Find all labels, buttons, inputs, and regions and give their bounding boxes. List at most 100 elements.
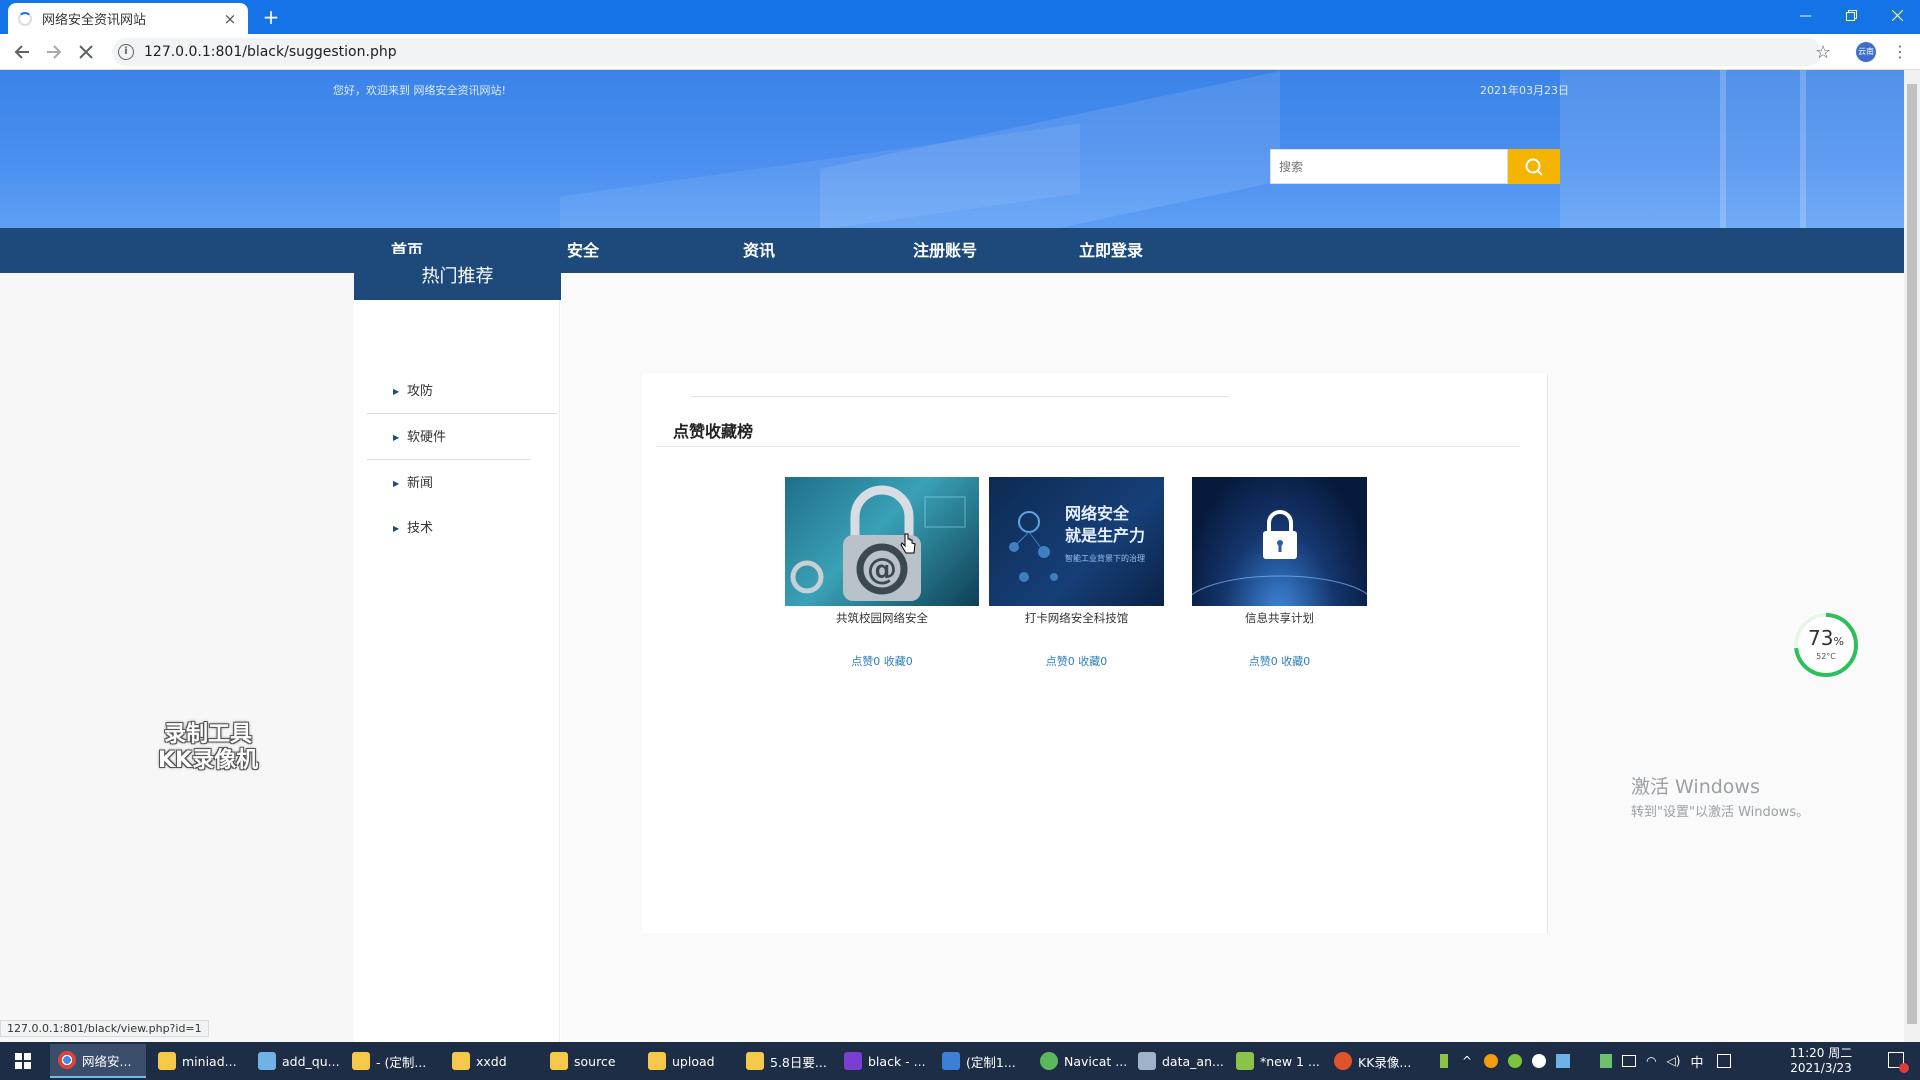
taskbar-item-folder[interactable]: upload [648, 1044, 715, 1078]
tray-app-icon[interactable] [1508, 1054, 1523, 1068]
card-caption[interactable]: 共筑校园网络安全 [785, 610, 979, 626]
taskbar-item-file[interactable]: add_qu... [258, 1044, 340, 1078]
nav-news[interactable]: 资讯 [743, 228, 775, 273]
folder-icon [158, 1052, 176, 1070]
padlock-icon: @ [790, 485, 966, 601]
minimize-icon[interactable] [1782, 0, 1828, 30]
sidebar-item-news[interactable]: ▶ 新闻 [367, 462, 557, 506]
chevron-up-icon[interactable]: ^ [1462, 1054, 1472, 1068]
taskbar-item-label: KK录像... [1358, 1054, 1412, 1070]
watermark-line2: KK录像机 [158, 748, 259, 773]
article-image[interactable] [1192, 477, 1367, 606]
taskbar-item-phpstorm[interactable]: black - ... [844, 1044, 926, 1078]
forward-icon[interactable] [42, 40, 66, 64]
windows-start-icon[interactable] [0, 1042, 46, 1080]
search-bar [1270, 149, 1560, 184]
wifi-icon[interactable]: ◠ [1646, 1054, 1656, 1068]
stop-loading-icon[interactable] [74, 40, 98, 64]
profile-avatar[interactable]: 云南 [1856, 42, 1876, 62]
back-icon[interactable] [10, 40, 34, 64]
taskbar-item-editor[interactable]: (定制1... [942, 1044, 1016, 1078]
nav-login[interactable]: 立即登录 [1079, 228, 1143, 273]
recorder-watermark: 录制工具 KK录像机 [158, 722, 258, 774]
tab-title: 网络安全资讯网站 [42, 13, 147, 28]
search-button[interactable] [1508, 149, 1560, 184]
browser-tab-strip: 网络安全资讯网站 × + [0, 0, 1920, 34]
nav-security[interactable]: 安全 [567, 228, 599, 273]
tray-app-icon[interactable] [1556, 1054, 1571, 1068]
taskbar-item-folder[interactable]: source [550, 1044, 616, 1078]
page-scrollbar[interactable] [1904, 70, 1920, 1042]
cpu-gauge[interactable]: 73% 52°C [1793, 612, 1859, 678]
notification-center-icon[interactable] [1888, 1052, 1909, 1073]
browser-tab[interactable]: 网络安全资讯网站 × [8, 3, 248, 34]
card-stats[interactable]: 点赞0 收藏0 [1192, 653, 1367, 669]
browser-menu-icon[interactable]: ⋮ [1892, 42, 1908, 61]
sidebar-item-attack-defense[interactable]: ▶ 攻防 [367, 370, 557, 414]
tab-close-icon[interactable]: × [222, 10, 238, 28]
taskbar-item-chrome[interactable]: 网络安... [50, 1044, 146, 1078]
taskbar-item-navicat[interactable]: Navicat ... [1040, 1044, 1127, 1078]
nav-register[interactable]: 注册账号 [913, 228, 977, 273]
card-caption[interactable]: 信息共享计划 [1192, 610, 1367, 626]
site-info-icon[interactable]: i [118, 44, 134, 60]
card-caption[interactable]: 打卡网络安全科技馆 [989, 610, 1164, 626]
tray-app-icon[interactable] [1600, 1054, 1613, 1068]
chrome-icon [58, 1051, 76, 1069]
tray-app-icon[interactable] [1484, 1054, 1499, 1068]
taskbar-item-kk-recorder[interactable]: KK录像... [1334, 1044, 1411, 1078]
divider [690, 396, 1230, 397]
taskbar-clock[interactable]: 11:20 周二 2021/3/23 [1776, 1046, 1866, 1076]
article-card[interactable]: 网络安全 就是生产力 智能工业背景下的治理 打卡网络安全科技馆 点赞0 收藏0 [989, 477, 1164, 668]
welcome-text: 您好，欢迎来到 网络安全资讯网站! [333, 84, 506, 97]
sidebar-item-label: 软硬件 [407, 430, 447, 445]
taskbar-item-data[interactable]: data_an... [1138, 1044, 1224, 1078]
header-date: 2021年03月23日 [1480, 84, 1569, 97]
windows-taskbar: 网络安... miniad... add_qu... - (定制... xxdd… [0, 1042, 1920, 1080]
hand-cursor-icon [900, 533, 916, 554]
taskbar-item-label: 网络安... [82, 1053, 132, 1069]
activation-subtitle: 转到"设置"以激活 Windows。 [1631, 805, 1810, 820]
section-title: 点赞收藏榜 [673, 422, 754, 441]
browser-toolbar: i 127.0.0.1:801/black/suggestion.php ☆ 云… [0, 34, 1920, 70]
taskbar-item-label: (定制1... [966, 1054, 1016, 1070]
keyboard-icon[interactable] [1717, 1054, 1732, 1068]
activation-title: 激活 Windows [1631, 776, 1760, 798]
triangle-right-icon: ▶ [393, 387, 400, 396]
taskbar-item-folder[interactable]: miniad... [158, 1044, 237, 1078]
address-bar[interactable]: i 127.0.0.1:801/black/suggestion.php [112, 38, 1822, 66]
scrollbar-thumb[interactable] [1907, 84, 1917, 1024]
volume-icon[interactable]: ◁) [1667, 1054, 1681, 1068]
sidebar-item-hardware-software[interactable]: ▶ 软硬件 [367, 416, 531, 460]
new-tab-button[interactable]: + [260, 6, 282, 28]
ime-indicator[interactable]: 中 [1690, 1052, 1703, 1071]
article-image[interactable]: 网络安全 就是生产力 智能工业背景下的治理 [989, 477, 1164, 606]
battery-icon[interactable] [1440, 1054, 1448, 1068]
sidebar-item-label: 技术 [407, 521, 434, 536]
taskbar-item-folder[interactable]: 5.8日要... [746, 1044, 827, 1078]
editor-icon [942, 1052, 960, 1070]
bookmark-star-icon[interactable]: ☆ [1815, 42, 1831, 63]
recorder-icon [1334, 1052, 1352, 1070]
card-stats[interactable]: 点赞0 收藏0 [785, 653, 979, 669]
image-caption-line3: 智能工业背景下的治理 [1065, 554, 1145, 563]
tray-app-icon[interactable] [1532, 1054, 1547, 1068]
taskbar-item-label: upload [672, 1053, 715, 1069]
article-card[interactable]: @ 共筑校园网络安全 点赞0 收藏0 [785, 477, 979, 668]
clock-time: 11:20 周二 [1789, 1046, 1853, 1060]
taskbar-item-folder[interactable]: xxdd [452, 1044, 507, 1078]
folder-icon [550, 1052, 568, 1070]
network-icon[interactable] [1622, 1055, 1637, 1067]
system-tray: ^ ◠ ◁) 中 [1440, 1042, 1732, 1080]
watermark-line1: 录制工具 [164, 722, 253, 747]
taskbar-item-notepad[interactable]: *new 1 ... [1236, 1044, 1320, 1078]
gauge-value: 73 [1808, 626, 1834, 650]
card-stats[interactable]: 点赞0 收藏0 [989, 653, 1164, 669]
taskbar-item-folder[interactable]: - (定制... [352, 1044, 426, 1078]
close-window-icon[interactable] [1874, 0, 1920, 30]
restore-icon[interactable] [1828, 0, 1874, 30]
search-input[interactable] [1270, 149, 1508, 184]
sidebar-item-tech[interactable]: ▶ 技术 [367, 507, 557, 551]
article-card[interactable]: 信息共享计划 点赞0 收藏0 [1192, 477, 1367, 668]
article-image[interactable]: @ [785, 477, 979, 606]
